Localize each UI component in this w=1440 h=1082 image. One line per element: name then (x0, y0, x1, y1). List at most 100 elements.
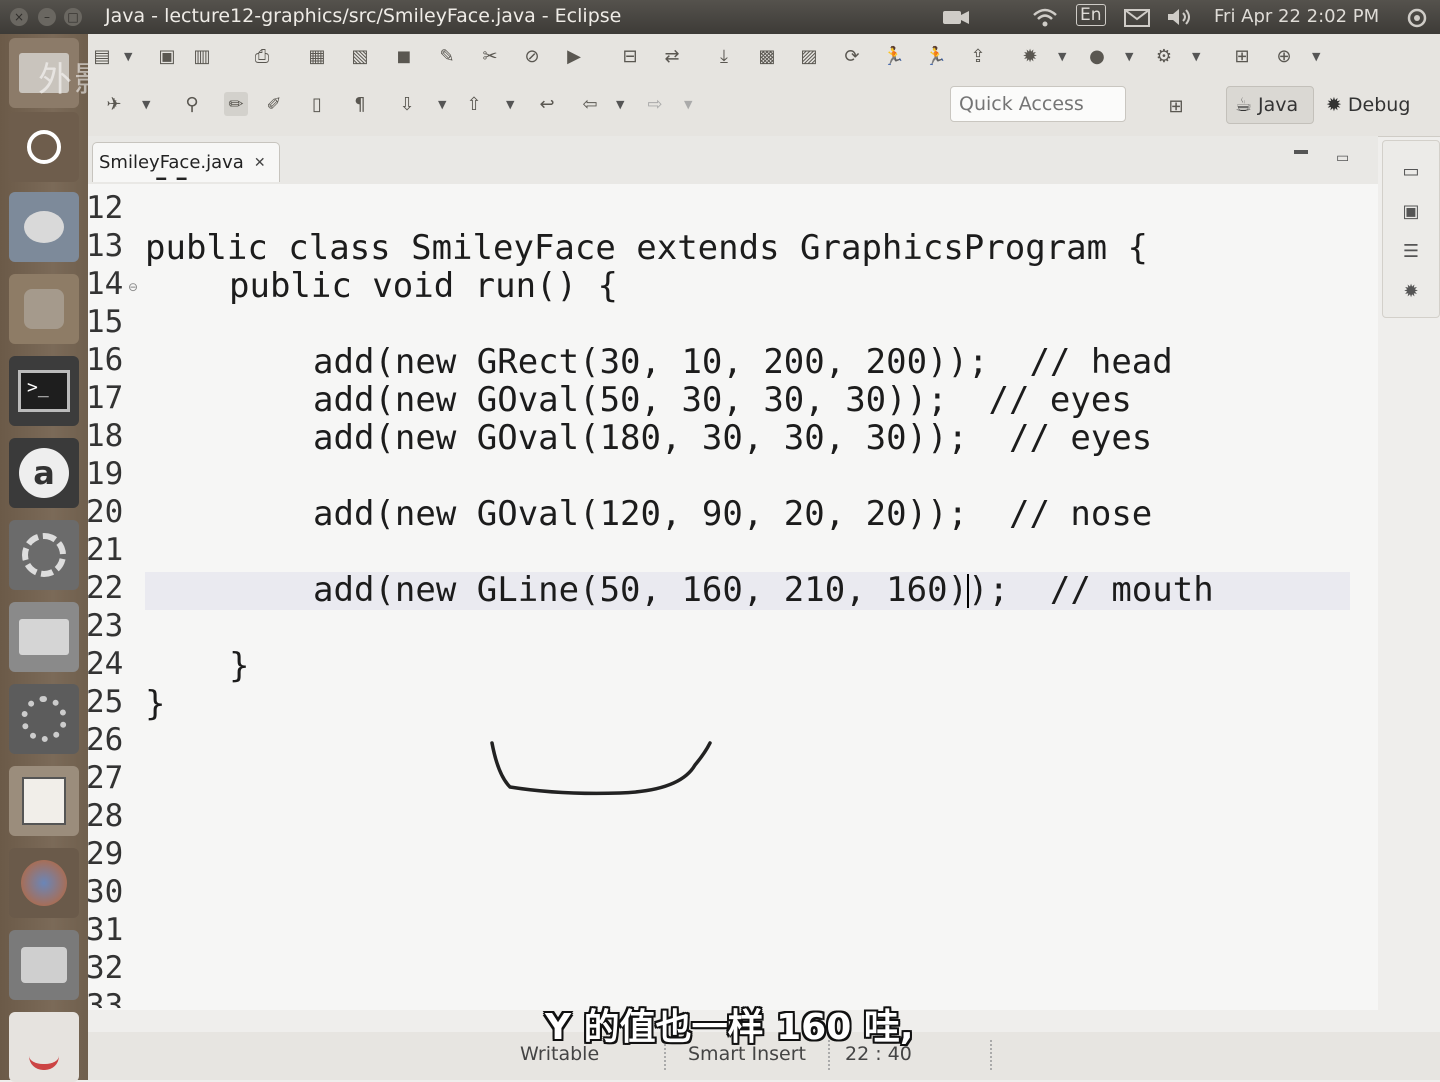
wifi-icon[interactable] (1032, 7, 1058, 27)
back-icon[interactable]: ⇦ (578, 92, 602, 116)
mail-icon[interactable] (1124, 9, 1150, 27)
code-line-18[interactable]: add(new GOval(180, 30, 30, 30)); // eyes (313, 418, 1152, 458)
run-icon[interactable]: ● (1085, 44, 1109, 68)
line-number: 16 (86, 342, 124, 378)
step-return-icon[interactable]: ▨ (797, 44, 821, 68)
launcher-dash-icon[interactable] (9, 112, 79, 182)
block-selection-icon[interactable]: ◼ (392, 44, 416, 68)
external-tools-icon[interactable]: ✂ (478, 44, 502, 68)
code-line-22[interactable]: add(new GLine(50, 160, 210, 160)); // mo… (313, 570, 1214, 610)
run-to-line-icon[interactable]: 🏃 (882, 44, 906, 68)
problems-icon[interactable]: ✹ (1399, 279, 1423, 303)
print-icon[interactable]: ⎙ (250, 44, 274, 68)
quick-access-input[interactable] (950, 86, 1126, 122)
back-dropdown-icon[interactable]: ▼ (616, 98, 624, 111)
use-step-filters-icon[interactable]: 🏃 (924, 44, 948, 68)
debug-perspective-button[interactable]: ✹ Debug (1326, 86, 1426, 124)
forward-icon[interactable]: ⇨ (643, 92, 667, 116)
new-icon[interactable]: ▤ (90, 44, 114, 68)
launcher-pidgin-icon[interactable] (9, 192, 79, 262)
launcher-manager-icon[interactable] (9, 930, 79, 1000)
line-number: 21 (86, 532, 124, 568)
close-window-button[interactable]: × (10, 8, 28, 26)
open-perspective-icon[interactable]: ⊞ (1164, 94, 1188, 118)
toggle-mark-icon[interactable]: ▧ (348, 44, 372, 68)
resume-icon[interactable]: ▶ (562, 44, 586, 68)
debug-dropdown-icon[interactable]: ▼ (1058, 50, 1066, 63)
launcher-amazon-icon[interactable]: a (9, 438, 79, 508)
launcher-firefox-icon[interactable] (9, 848, 79, 918)
launcher-settings-icon[interactable] (9, 520, 79, 590)
outline-icon[interactable]: ☰ (1399, 239, 1423, 263)
java-perspective-button[interactable]: ☕ Java (1226, 86, 1314, 124)
power-icon[interactable] (1405, 6, 1429, 30)
new-package-icon[interactable]: ⊕ (1272, 44, 1296, 68)
minimize-window-button[interactable]: – (38, 8, 56, 26)
fold-collapse-icon[interactable]: ⊖ (128, 280, 138, 294)
previous-annotation-dropdown-icon[interactable]: ▼ (506, 98, 514, 111)
search-icon[interactable]: ⚲ (180, 92, 204, 116)
launcher-gimp-icon[interactable] (9, 274, 79, 344)
upload-icon[interactable]: ⇪ (966, 44, 990, 68)
package-explorer-icon[interactable]: ▣ (1399, 199, 1423, 223)
external-run-dropdown-icon[interactable]: ▼ (1192, 50, 1200, 63)
drop-to-frame-icon[interactable]: ⟳ (840, 44, 864, 68)
new-java-project-icon[interactable]: ⊞ (1230, 44, 1254, 68)
minimize-editor-button[interactable] (1294, 150, 1308, 154)
maximize-editor-icon[interactable]: ▭ (1336, 150, 1349, 166)
line-number: 22 (86, 570, 124, 606)
line-number: 14 (86, 266, 124, 302)
code-line-24[interactable]: } (229, 646, 249, 686)
camera-icon[interactable] (942, 8, 970, 26)
open-type-icon[interactable]: ✈ (102, 92, 126, 116)
external-run-icon[interactable]: ⚙ (1152, 44, 1176, 68)
line-number: 33 (86, 988, 124, 1008)
last-edit-icon[interactable]: ↩ (535, 92, 559, 116)
clock[interactable]: Fri Apr 22 2:02 PM (1214, 6, 1379, 27)
previous-annotation-icon[interactable]: ⇧ (462, 92, 486, 116)
run-dropdown-icon[interactable]: ▼ (1125, 50, 1133, 63)
code-line-14[interactable]: public void run() { (229, 266, 618, 306)
keyboard-layout-indicator[interactable]: En (1076, 4, 1106, 26)
line-number: 26 (86, 722, 124, 758)
code-line-25[interactable]: } (145, 684, 165, 724)
volume-icon[interactable] (1166, 7, 1194, 27)
step-into-icon[interactable]: ⤓ (712, 44, 736, 68)
close-tab-icon[interactable]: ✕ (254, 155, 266, 171)
debug-icon[interactable]: ✹ (1018, 44, 1042, 68)
save-icon[interactable]: ▣ (155, 44, 179, 68)
java-perspective-label: Java (1258, 94, 1299, 116)
show-pilcrow-icon[interactable]: ¶ (348, 92, 372, 116)
show-source-icon[interactable]: ▯ (305, 92, 329, 116)
line-number: 32 (86, 950, 124, 986)
launcher-software-updater-icon[interactable] (9, 684, 79, 754)
launcher-java-icon[interactable] (9, 1012, 79, 1082)
debug-perspective-icon: ✹ (1326, 94, 1342, 116)
code-line-13[interactable]: public class SmileyFace extends Graphics… (145, 228, 1148, 268)
disconnect-icon[interactable]: ⇄ (660, 44, 684, 68)
tab-label: SmileyFace.java (99, 152, 244, 173)
code-line-16[interactable]: add(new GRect(30, 10, 200, 200)); // hea… (313, 342, 1173, 382)
next-annotation-dropdown-icon[interactable]: ▼ (438, 98, 446, 111)
show-whitespace-icon[interactable]: ✎ (435, 44, 459, 68)
toggle-highlight-icon[interactable]: ✏ (224, 92, 248, 116)
save-all-icon[interactable]: ▥ (190, 44, 214, 68)
annotation-icon[interactable]: ✐ (262, 92, 286, 116)
toggle-breadcrumb-icon[interactable]: ▦ (305, 44, 329, 68)
code-line-17[interactable]: add(new GOval(50, 30, 30, 30)); // eyes (313, 380, 1132, 420)
terminate-icon[interactable]: ⊟ (618, 44, 642, 68)
launcher-system-tools-icon[interactable] (9, 602, 79, 672)
line-number: 31 (86, 912, 124, 948)
new-dropdown-icon[interactable]: ▼ (124, 50, 132, 63)
step-over-icon[interactable]: ▩ (755, 44, 779, 68)
launcher-terminal-icon[interactable]: >_ (9, 356, 79, 426)
open-type-dropdown-icon[interactable]: ▼ (142, 98, 150, 111)
forward-dropdown-icon[interactable]: ▼ (684, 98, 692, 111)
code-line-20[interactable]: add(new GOval(120, 90, 20, 20)); // nose (313, 494, 1152, 534)
restore-icon[interactable]: ▭ (1399, 159, 1423, 183)
maximize-window-button[interactable]: □ (64, 8, 82, 26)
launcher-impress-icon[interactable] (9, 766, 79, 836)
next-annotation-icon[interactable]: ⇩ (395, 92, 419, 116)
new-class-dropdown-icon[interactable]: ▼ (1312, 50, 1320, 63)
skip-breakpoints-icon[interactable]: ⊘ (520, 44, 544, 68)
